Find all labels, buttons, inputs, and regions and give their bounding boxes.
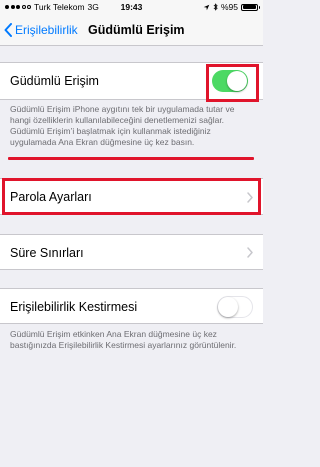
highlight-toggle-box: [206, 64, 259, 102]
accessibility-shortcut-toggle[interactable]: [217, 296, 253, 318]
time-limits-label: Süre Sınırları: [10, 246, 84, 260]
toggle-knob: [218, 297, 238, 317]
back-button[interactable]: Erişilebilirlik: [4, 14, 78, 46]
accessibility-shortcut-label: Erişilebilirlik Kestirmesi: [10, 300, 138, 314]
page-title: Güdümlü Erişim: [88, 23, 185, 37]
accessibility-shortcut-row: Erişilebilirlik Kestirmesi: [0, 288, 263, 324]
status-right: %95: [203, 0, 260, 14]
location-icon: [203, 4, 210, 10]
guided-access-description: Güdümlü Erişim iPhone aygıtını tek bir u…: [10, 104, 235, 147]
battery-percent: %95: [220, 2, 238, 12]
chevron-left-icon: [4, 23, 12, 37]
status-bar: Turk Telekom 3G 19:43 %95: [0, 0, 263, 14]
highlight-passcode-box: [2, 178, 261, 215]
navigation-bar: Erişilebilirlik Güdümlü Erişim: [0, 14, 263, 46]
battery-fill: [242, 5, 256, 9]
time-limits-row[interactable]: Süre Sınırları: [0, 234, 263, 270]
back-button-label: Erişilebilirlik: [15, 23, 78, 37]
guided-access-label: Güdümlü Erişim: [10, 74, 99, 88]
battery-icon: [241, 3, 260, 11]
accessibility-shortcut-description: Güdümlü Erişim etkinken Ana Ekran düğmes…: [10, 329, 237, 350]
highlight-underline: [8, 157, 254, 160]
bluetooth-icon: [213, 3, 218, 11]
chevron-right-icon: [247, 247, 253, 258]
